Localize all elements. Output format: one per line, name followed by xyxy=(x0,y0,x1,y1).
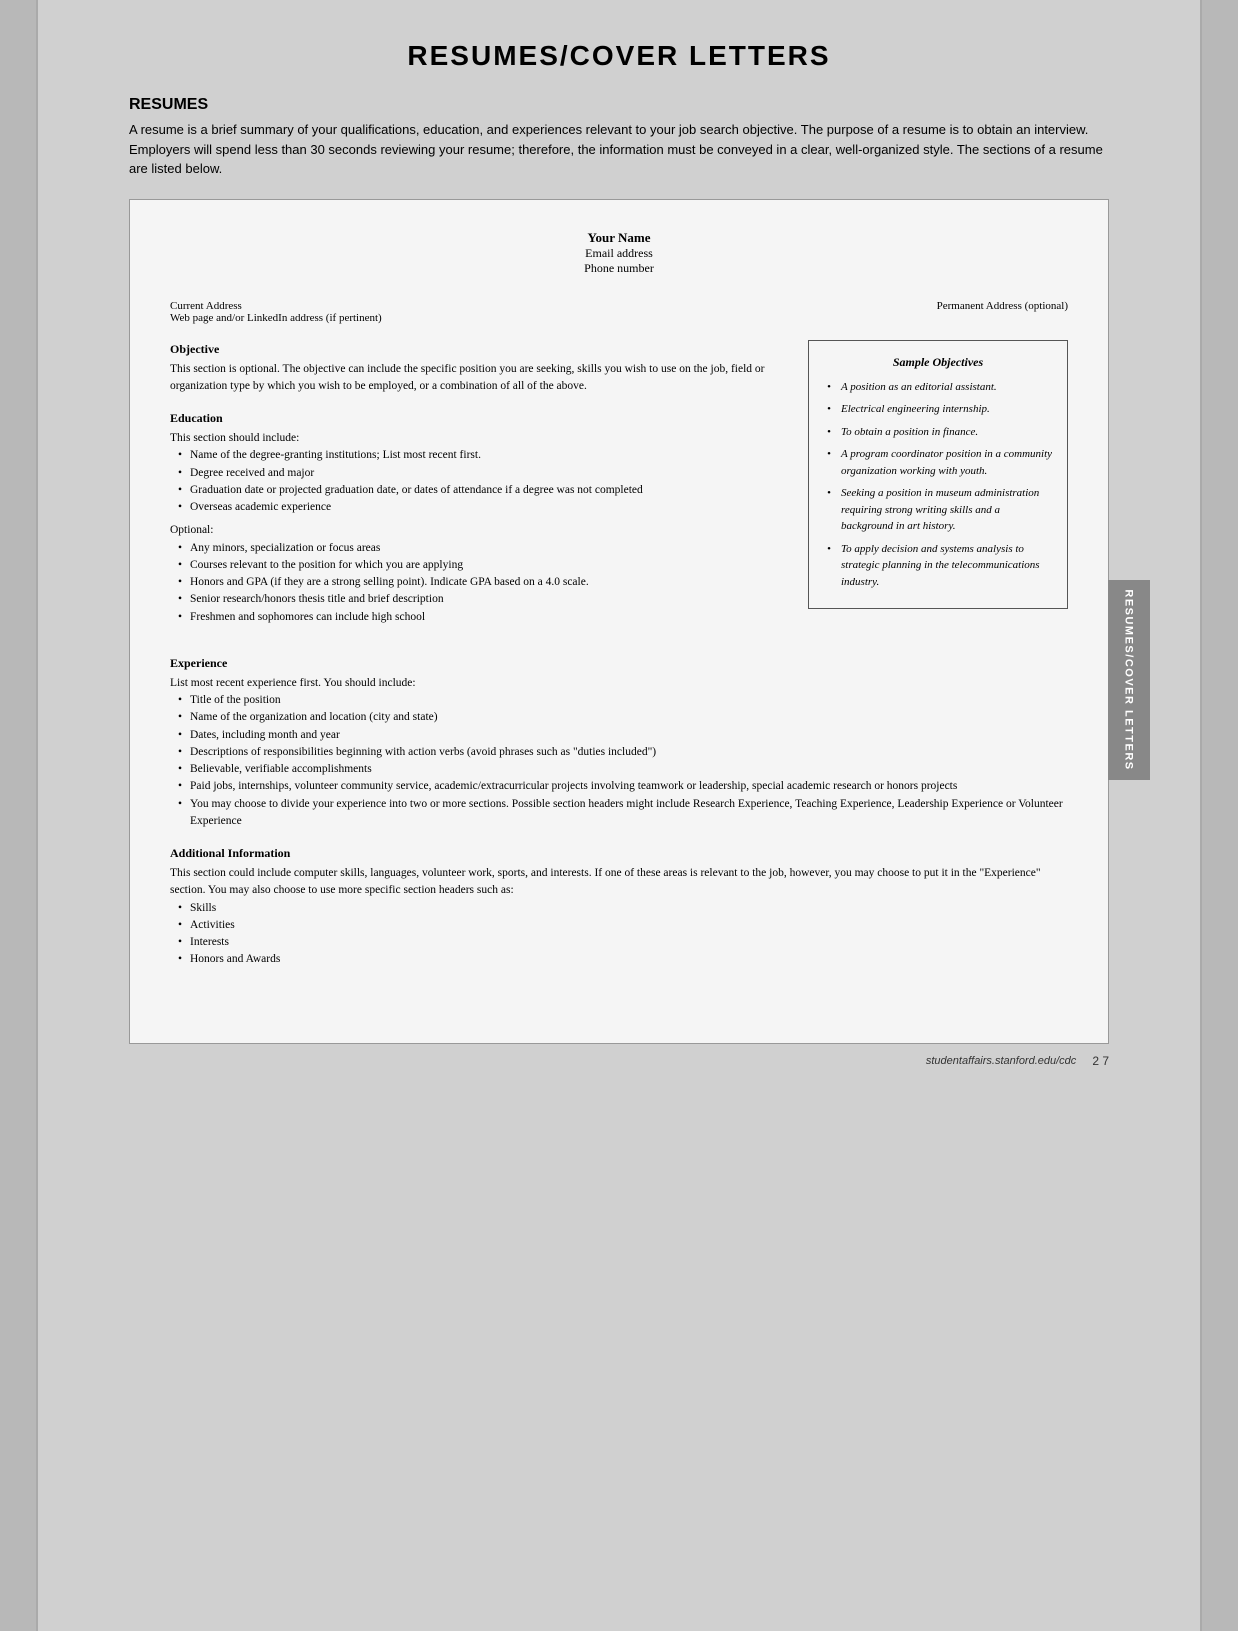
current-address-block: Current Address Web page and/or LinkedIn… xyxy=(170,300,382,324)
resumes-section-header: RESUMES xyxy=(129,96,1109,114)
exp-bullet-7: You may choose to divide your experience… xyxy=(182,796,1068,831)
education-bullet-3: Graduation date or projected graduation … xyxy=(182,482,788,499)
sample-objectives-list: A position as an editorial assistant. El… xyxy=(823,379,1053,591)
page-title: RESUMES/COVER LETTERS xyxy=(129,40,1109,72)
exp-bullet-1: Title of the position xyxy=(182,692,1068,709)
objective-section: Objective This section is optional. The … xyxy=(170,340,788,396)
optional-bullet-3: Honors and GPA (if they are a strong sel… xyxy=(182,574,788,591)
optional-bullet-4: Senior research/honors thesis title and … xyxy=(182,591,788,608)
sample-objectives-box: Sample Objectives A position as an edito… xyxy=(808,340,1068,610)
exp-bullet-6: Paid jobs, internships, volunteer commun… xyxy=(182,778,1068,795)
additional-bullets-list: Skills Activities Interests Honors and A… xyxy=(170,900,1068,969)
add-bullet-3: Interests xyxy=(182,934,1068,951)
add-bullet-1: Skills xyxy=(182,900,1068,917)
address-row: Current Address Web page and/or LinkedIn… xyxy=(170,300,1068,324)
additional-section: Additional Information This section coul… xyxy=(170,844,1068,969)
your-name-label: Your Name xyxy=(170,230,1068,246)
education-section: Education This section should include: N… xyxy=(170,409,788,626)
sample-obj-5: Seeking a position in museum administrat… xyxy=(827,485,1053,535)
experience-intro: List most recent experience first. You s… xyxy=(170,675,1068,692)
education-bullets-list: Name of the degree-granting institutions… xyxy=(170,447,788,516)
experience-title: Experience xyxy=(170,654,1068,672)
sample-obj-2: Electrical engineering internship. xyxy=(827,401,1053,418)
doc-header: Your Name Email address Phone number xyxy=(170,230,1068,276)
experience-section: Experience List most recent experience f… xyxy=(170,654,1068,830)
objective-title: Objective xyxy=(170,340,788,358)
exp-bullet-2: Name of the organization and location (c… xyxy=(182,709,1068,726)
footer-row: studentaffairs.stanford.edu/cdc 2 7 xyxy=(129,1044,1109,1068)
sample-obj-4: A program coordinator position in a comm… xyxy=(827,446,1053,479)
intro-text: A resume is a brief summary of your qual… xyxy=(129,120,1109,179)
optional-bullets-list: Any minors, specialization or focus area… xyxy=(170,540,788,626)
add-bullet-4: Honors and Awards xyxy=(182,951,1068,968)
optional-bullet-1: Any minors, specialization or focus area… xyxy=(182,540,788,557)
phone-label: Phone number xyxy=(170,261,1068,276)
sample-objectives-col: Sample Objectives A position as an edito… xyxy=(808,340,1068,640)
side-tab-label: RESUMES/COVER LETTERS xyxy=(1123,589,1135,770)
permanent-address-label: Permanent Address (optional) xyxy=(937,300,1068,324)
education-bullet-1: Name of the degree-granting institutions… xyxy=(182,447,788,464)
optional-label: Optional: xyxy=(170,522,788,539)
education-title: Education xyxy=(170,409,788,427)
right-decorative-stripe xyxy=(1200,0,1238,1631)
objective-section-row: Objective This section is optional. The … xyxy=(170,340,1068,640)
footer-url: studentaffairs.stanford.edu/cdc xyxy=(926,1055,1076,1067)
sample-obj-3: To obtain a position in finance. xyxy=(827,424,1053,441)
sample-obj-6: To apply decision and systems analysis t… xyxy=(827,541,1053,591)
exp-bullet-4: Descriptions of responsibilities beginni… xyxy=(182,744,1068,761)
web-address-label: Web page and/or LinkedIn address (if per… xyxy=(170,312,382,324)
email-label: Email address xyxy=(170,246,1068,261)
objective-col: Objective This section is optional. The … xyxy=(170,340,788,640)
additional-title: Additional Information xyxy=(170,844,1068,862)
sample-objectives-title: Sample Objectives xyxy=(823,353,1053,371)
exp-bullet-5: Believable, verifiable accomplishments xyxy=(182,761,1068,778)
education-intro: This section should include: xyxy=(170,430,788,447)
education-bullet-4: Overseas academic experience xyxy=(182,499,788,516)
optional-bullet-5: Freshmen and sophomores can include high… xyxy=(182,609,788,626)
exp-bullet-3: Dates, including month and year xyxy=(182,727,1068,744)
footer-page: 2 7 xyxy=(1092,1054,1109,1068)
objective-text: This section is optional. The objective … xyxy=(170,361,788,396)
education-bullet-2: Degree received and major xyxy=(182,465,788,482)
current-address-label: Current Address xyxy=(170,300,382,312)
optional-bullet-2: Courses relevant to the position for whi… xyxy=(182,557,788,574)
add-bullet-2: Activities xyxy=(182,917,1068,934)
resume-document-frame: RESUMES/COVER LETTERS Your Name Email ad… xyxy=(129,199,1109,1044)
experience-bullets-list: Title of the position Name of the organi… xyxy=(170,692,1068,830)
left-decorative-stripe xyxy=(0,0,38,1631)
additional-intro: This section could include computer skil… xyxy=(170,865,1068,900)
sample-obj-1: A position as an editorial assistant. xyxy=(827,379,1053,396)
side-tab: RESUMES/COVER LETTERS xyxy=(1108,580,1150,780)
